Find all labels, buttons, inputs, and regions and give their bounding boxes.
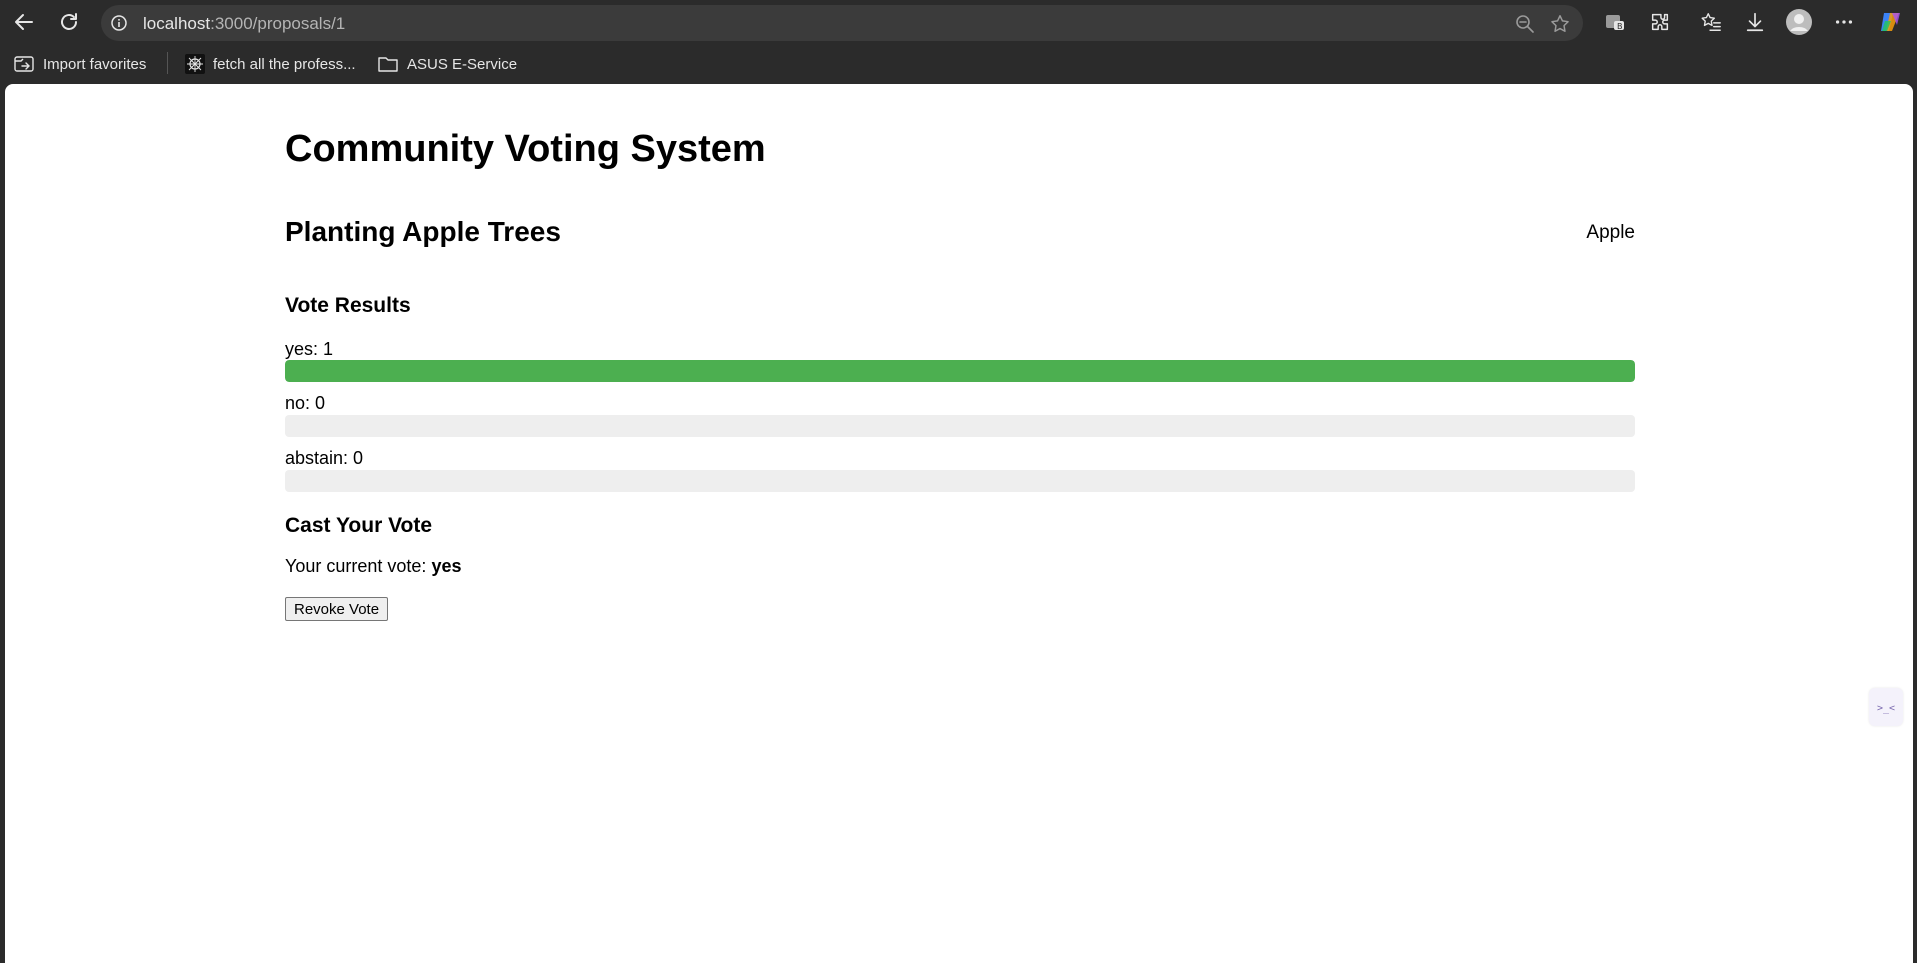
reload-icon: [61, 13, 77, 30]
avatar-icon: [1786, 9, 1812, 35]
page-viewport: Community Voting System Planting Apple T…: [5, 84, 1913, 963]
bookmark-asus-eservice[interactable]: ASUS E-Service: [377, 53, 517, 75]
svg-text:>_<: >_<: [1877, 703, 1895, 714]
bookmarks-bar: Import favorites fetch all the profess..…: [0, 44, 1917, 84]
url-host: localhost: [143, 14, 211, 33]
back-arrow-icon: [15, 14, 33, 30]
extensions-button[interactable]: [1645, 7, 1675, 37]
extension-badge-button[interactable]: B: [1600, 7, 1630, 37]
current-vote-prefix: Your current vote:: [285, 556, 427, 576]
puzzle-icon: [1651, 13, 1669, 31]
folder-icon: [378, 57, 398, 72]
proposal-tag: Apple: [1586, 222, 1635, 243]
bookmark-import-favorites[interactable]: Import favorites: [13, 53, 146, 75]
result-bar-fill: [285, 360, 1635, 382]
zoom-out-icon[interactable]: [1515, 14, 1535, 39]
result-bar-no: [285, 415, 1635, 437]
downloads-button[interactable]: [1740, 7, 1770, 37]
app-title: Community Voting System: [285, 128, 766, 170]
download-icon: [1746, 12, 1764, 32]
favorite-star-icon[interactable]: [1549, 13, 1571, 40]
browser-toolbar: localhost:3000/proposals/1 B: [0, 0, 1917, 44]
result-label-no: no: 0: [285, 393, 326, 413]
address-bar[interactable]: localhost:3000/proposals/1: [101, 5, 1583, 41]
bookmark-label: Import favorites: [43, 55, 147, 73]
bookmark-label: fetch all the profess...: [213, 55, 356, 73]
site-favicon-icon: [185, 54, 205, 74]
svg-text:B: B: [1617, 22, 1623, 31]
back-button[interactable]: [9, 7, 39, 37]
revoke-vote-button[interactable]: Revoke Vote: [285, 597, 389, 621]
proposal-title: Planting Apple Trees: [285, 216, 561, 247]
bookmarks-divider: [167, 52, 168, 74]
current-vote-value: yes: [431, 556, 462, 576]
copilot-button[interactable]: [1876, 7, 1906, 37]
site-info-icon[interactable]: [111, 15, 127, 36]
current-vote-text: Your current vote: yes: [285, 556, 461, 577]
sidebar-assistant-toggle[interactable]: >_<: [1869, 688, 1903, 726]
reload-button[interactable]: [54, 7, 84, 37]
result-bar-abstain: [285, 470, 1635, 492]
bookmark-fetch-professors[interactable]: fetch all the profess...: [185, 53, 356, 75]
bookmark-label: ASUS E-Service: [407, 55, 518, 73]
vote-results-heading: Vote Results: [285, 294, 411, 317]
assistant-face-icon: >_<: [1877, 703, 1895, 714]
profile-button[interactable]: [1784, 7, 1814, 37]
url-text[interactable]: localhost:3000/proposals/1: [143, 14, 345, 34]
copilot-icon: [1881, 13, 1900, 31]
cast-vote-heading: Cast Your Vote: [285, 514, 433, 537]
more-menu-button[interactable]: [1829, 7, 1859, 37]
favorites-list-icon: [1701, 13, 1721, 31]
result-bar-yes: [285, 360, 1635, 382]
import-icon: [14, 56, 34, 72]
url-path: :3000/proposals/1: [210, 14, 346, 33]
extension-badge-icon: B: [1606, 15, 1624, 31]
result-label-yes: yes: 1: [285, 339, 334, 359]
proposal-header: Planting Apple Trees Apple: [285, 216, 1635, 256]
result-label-abstain: abstain: 0: [285, 448, 364, 468]
more-dots-icon: [1835, 20, 1853, 24]
favorites-button[interactable]: [1696, 7, 1726, 37]
